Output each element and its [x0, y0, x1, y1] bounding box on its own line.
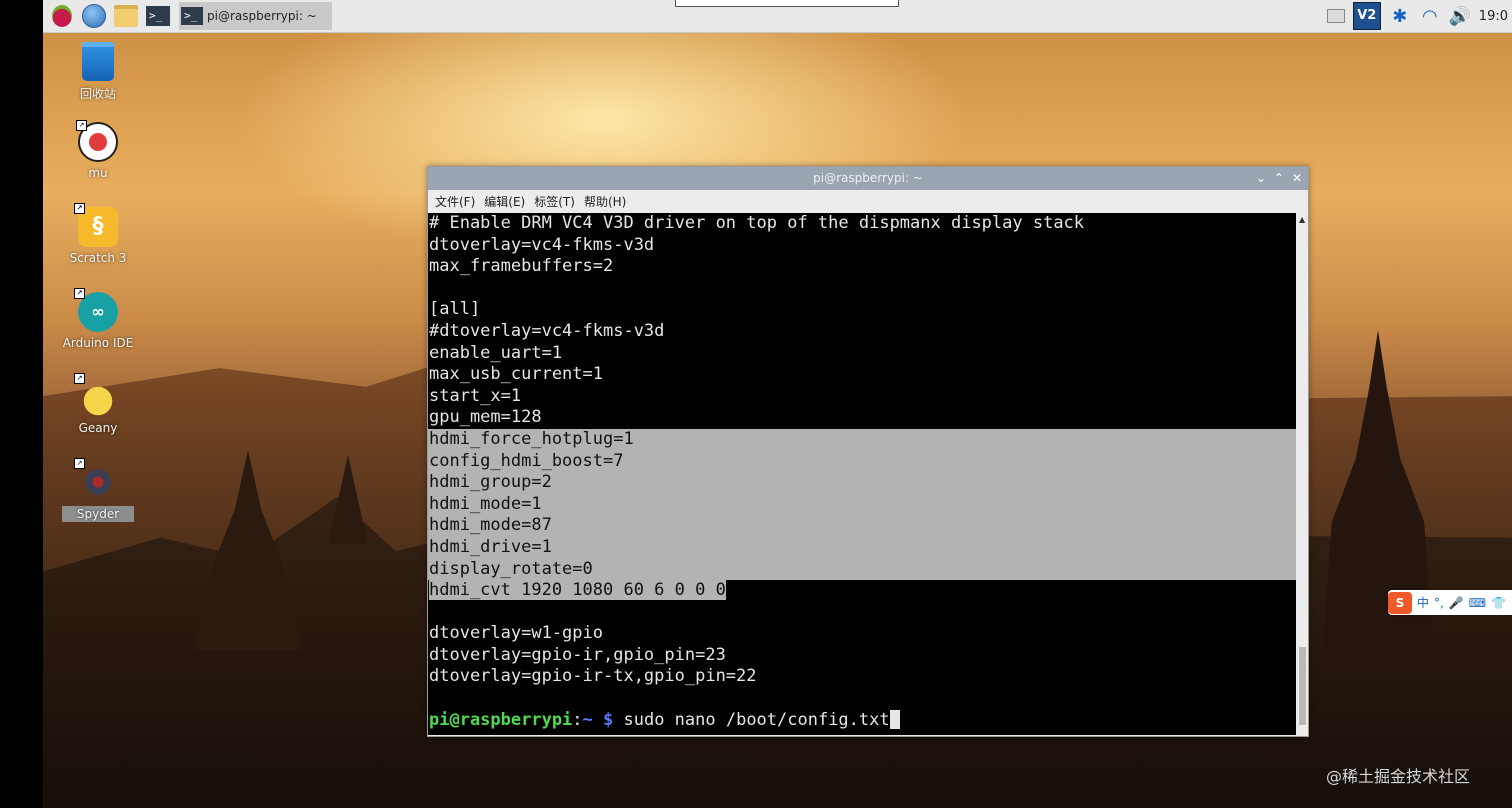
browser-launcher[interactable] — [81, 3, 107, 29]
terminal-icon: >_ — [181, 7, 203, 25]
shortcut-arrow-icon: ↗ — [76, 120, 87, 131]
terminal-line: dtoverlay=vc4-fkms-v3d — [429, 234, 655, 255]
microphone-icon[interactable]: 🎤 — [1449, 596, 1464, 610]
vnc-icon[interactable]: V2 — [1352, 2, 1381, 30]
menu-edit[interactable]: 编辑(E) — [484, 193, 525, 210]
keyboard-icon[interactable] — [1326, 9, 1345, 23]
geany-icon: ↗ — [74, 373, 118, 417]
terminal-line: start_x=1 — [429, 385, 522, 406]
desktop-icon-geany[interactable]: ↗ Geany — [62, 373, 134, 435]
terminal-line: max_usb_current=1 — [429, 364, 603, 385]
command-text: sudo nano /boot/config.txt — [613, 709, 890, 730]
desktop-icon-scratch[interactable]: § ↗ Scratch 3 — [62, 203, 134, 265]
keyboard-icon[interactable]: ⌨ — [1469, 596, 1486, 610]
text-cursor — [889, 710, 900, 730]
taskbar-window-button[interactable]: >_ pi@raspberrypi: ~ — [179, 2, 332, 30]
terminal-line: gpu_mem=128 — [429, 407, 542, 428]
prompt-separator: : — [572, 709, 583, 730]
watermark: @稀土掘金技术社区 — [1326, 767, 1471, 786]
scrollbar-thumb[interactable] — [1299, 647, 1306, 725]
raspberry-menu-button[interactable] — [49, 3, 75, 29]
desktop-icon-label: mu — [88, 166, 108, 180]
terminal-line-selected: display_rotate=0 — [428, 558, 1296, 581]
ime-punct[interactable]: °, — [1434, 596, 1444, 610]
terminal-line-partial-selected: hdmi_cvt 1920 1080 60 6 0 0 0 — [428, 580, 1296, 602]
menu-help[interactable]: 帮助(H) — [584, 193, 626, 210]
terminal-line-selected: hdmi_mode=1 — [428, 493, 1296, 516]
terminal-line-selected: hdmi_drive=1 — [428, 536, 1296, 559]
shortcut-arrow-icon: ↗ — [74, 458, 85, 469]
raspberry-pi-icon — [52, 5, 72, 27]
ime-toolbar[interactable]: S 中 °, 🎤 ⌨ 👕 — [1388, 590, 1512, 615]
terminal-line-selected: hdmi_mode=87 — [428, 515, 1296, 537]
desktop-icon-mu[interactable]: ↗ mu — [62, 120, 134, 180]
terminal-output[interactable]: # Enable DRM VC4 V3D driver on top of th… — [428, 213, 1296, 735]
terminal-icon: >_ — [146, 6, 170, 26]
bluetooth-icon[interactable]: ✱ — [1389, 6, 1411, 27]
shortcut-arrow-icon: ↗ — [74, 373, 85, 384]
minimize-button[interactable]: ⌄ — [1256, 167, 1266, 190]
window-controls: ⌄ ⌃ ✕ — [1256, 167, 1302, 190]
mu-icon: ↗ — [76, 120, 118, 162]
terminal-line: dtoverlay=gpio-ir-tx,gpio_pin=22 — [429, 666, 757, 687]
file-manager-launcher[interactable] — [113, 3, 139, 29]
desktop-icon-label: Scratch 3 — [69, 251, 127, 265]
trash-icon — [82, 42, 114, 81]
desktop-icon-spyder[interactable]: ↗ Spyder — [62, 458, 134, 522]
terminal-launcher[interactable]: >_ — [145, 3, 171, 29]
shortcut-arrow-icon: ↗ — [74, 288, 85, 299]
desktop-icon-label: Spyder — [62, 506, 134, 522]
terminal-line: [all] — [429, 299, 481, 320]
clock[interactable]: 19:0 — [1479, 9, 1508, 24]
menu-tabs[interactable]: 标签(T) — [534, 193, 575, 210]
terminal-line: # Enable DRM VC4 V3D driver on top of th… — [429, 213, 1085, 233]
terminal-line: max_framebuffers=2 — [429, 256, 614, 277]
terminal-line: dtoverlay=w1-gpio — [429, 623, 603, 644]
menu-file[interactable]: 文件(F) — [435, 193, 475, 210]
desktop-icon-label: Geany — [78, 421, 118, 435]
desktop-icon-trash[interactable]: 回收站 — [62, 42, 134, 102]
wifi-icon[interactable]: ◠ — [1419, 6, 1441, 27]
skin-icon[interactable]: 👕 — [1491, 596, 1506, 610]
terminal-window: pi@raspberrypi: ~ ⌄ ⌃ ✕ 文件(F) 编辑(E) 标签(T… — [427, 166, 1309, 737]
ime-mode[interactable]: 中 — [1417, 594, 1429, 611]
system-tray: V2 ✱ ◠ 🔊 19:0 — [1326, 0, 1512, 32]
desktop-icon-label: Arduino IDE — [62, 336, 134, 350]
globe-icon — [82, 4, 106, 28]
selected-text: hdmi_cvt 1920 1080 60 6 0 0 0 — [429, 580, 726, 601]
folder-icon — [114, 5, 138, 27]
taskbar-window-title: pi@raspberrypi: ~ — [207, 9, 317, 23]
terminal-line: #dtoverlay=vc4-fkms-v3d — [429, 320, 665, 341]
shortcut-arrow-icon: ↗ — [74, 203, 85, 214]
terminal-line: dtoverlay=gpio-ir,gpio_pin=23 — [429, 644, 726, 665]
volume-icon[interactable]: 🔊 — [1449, 6, 1471, 27]
desktop-icon-arduino[interactable]: ∞ ↗ Arduino IDE — [62, 288, 134, 350]
menu-bar: 文件(F) 编辑(E) 标签(T) 帮助(H) — [428, 190, 1308, 213]
spyder-icon: ↗ — [74, 458, 118, 502]
desktop-icon-label: 回收站 — [79, 87, 116, 101]
prompt-path: ~ $ — [582, 709, 614, 730]
terminal-line-selected: config_hdmi_boost=7 — [428, 450, 1296, 473]
scratch-icon: § ↗ — [74, 203, 118, 247]
terminal-scrollbar[interactable]: ▲ — [1297, 213, 1308, 735]
top-overlay-frame — [675, 0, 899, 7]
arduino-icon: ∞ ↗ — [74, 288, 118, 332]
window-titlebar[interactable]: pi@raspberrypi: ~ ⌄ ⌃ ✕ — [428, 167, 1308, 190]
window-title: pi@raspberrypi: ~ — [813, 171, 923, 185]
maximize-button[interactable]: ⌃ — [1274, 167, 1284, 190]
ime-logo-icon[interactable]: S — [1388, 591, 1412, 614]
prompt-user: pi@raspberrypi — [429, 709, 573, 730]
terminal-line-selected: hdmi_group=2 — [428, 472, 1296, 494]
prompt-line: pi@raspberrypi:~ $ sudo nano /boot/confi… — [428, 710, 1296, 732]
terminal-line-selected: hdmi_force_hotplug=1 — [428, 428, 1296, 451]
terminal-line: enable_uart=1 — [429, 342, 563, 363]
scroll-up-arrow-icon[interactable]: ▲ — [1299, 215, 1305, 224]
close-button[interactable]: ✕ — [1292, 167, 1302, 190]
